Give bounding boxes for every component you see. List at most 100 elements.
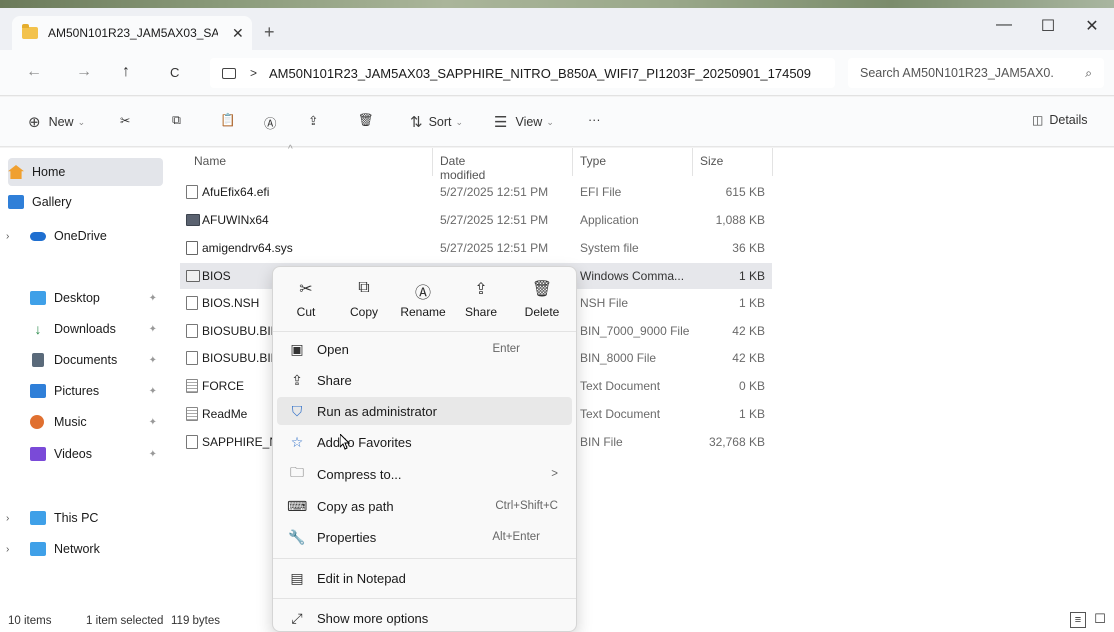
file-name: AfuEfix64.efi xyxy=(202,185,270,199)
file-size: 32,768 KB xyxy=(708,435,765,449)
back-button[interactable]: ← xyxy=(26,63,42,81)
menu-item-shortcut: Ctrl+Shift+C xyxy=(495,500,558,512)
menu-item-properties[interactable]: 🔧 Properties Alt+Enter xyxy=(277,523,572,551)
file-name: FORCE xyxy=(202,379,244,393)
file-row[interactable]: AFUWINx64 5/27/2025 12:51 PM Application… xyxy=(180,207,772,233)
expand-chevron-icon[interactable]: › xyxy=(6,231,9,242)
share-icon: ⇪ xyxy=(291,371,303,388)
pin-icon: ✦ xyxy=(148,354,157,366)
copy-icon: ⧉ xyxy=(358,279,370,296)
cut-label: Cut xyxy=(296,305,316,319)
expand-chevron-icon[interactable]: › xyxy=(6,513,9,524)
delete-icon[interactable]: 🗑 xyxy=(358,113,374,128)
refresh-button[interactable]: C xyxy=(170,65,179,80)
sidebar-item-label: Gallery xyxy=(32,195,72,209)
pin-icon: ✦ xyxy=(148,448,157,460)
sidebar-item-home[interactable]: Home xyxy=(8,158,163,186)
column-header-type[interactable]: Type xyxy=(580,154,606,168)
forward-button[interactable]: → xyxy=(76,63,92,81)
menu-item-label: Share xyxy=(317,372,352,388)
share-icon[interactable]: ⇪ xyxy=(308,113,318,128)
text-file-icon xyxy=(186,407,198,421)
up-button[interactable]: ↑ xyxy=(122,63,130,81)
sidebar-item-onedrive[interactable]: › OneDrive xyxy=(6,222,163,250)
breadcrumb-path[interactable]: AM50N101R23_JAM5AX03_SAPPHIRE_NITRO_B850… xyxy=(269,66,811,81)
details-pane-icon: ◫ xyxy=(1032,113,1044,127)
sidebar-item-network[interactable]: › Network xyxy=(6,535,163,563)
column-divider[interactable] xyxy=(772,148,773,176)
view-button[interactable]: ☰ View ⌄ xyxy=(494,113,554,131)
minimize-button[interactable]: — xyxy=(984,16,1024,34)
batch-file-icon xyxy=(186,270,200,282)
column-header-size[interactable]: Size xyxy=(700,154,723,168)
sidebar-item-label: Videos xyxy=(54,447,92,461)
context-copy-button[interactable]: ⧉ Copy xyxy=(339,279,389,319)
search-input[interactable]: Search AM50N101R23_JAM5AX0. ⌕ xyxy=(848,58,1104,88)
sort-button[interactable]: ⇅ Sort ⌄ xyxy=(410,113,463,131)
folder-icon xyxy=(22,24,38,39)
videos-icon xyxy=(30,447,46,461)
details-button[interactable]: ◫ Details xyxy=(1032,113,1088,127)
sidebar-item-downloads[interactable]: ↓ Downloads ✦ xyxy=(8,315,163,343)
menu-item-compress-to[interactable]: 🗀 Compress to... > xyxy=(277,460,572,488)
sidebar-item-gallery[interactable]: Gallery xyxy=(8,188,163,216)
context-delete-button[interactable]: 🗑 Delete xyxy=(517,279,567,319)
chevron-down-icon: ⌄ xyxy=(455,116,464,127)
documents-icon xyxy=(32,353,44,367)
tiles-view-icon[interactable]: ☐ xyxy=(1092,612,1108,628)
file-date: 5/27/2025 12:51 PM xyxy=(440,213,549,227)
file-name: AFUWINx64 xyxy=(202,213,269,227)
copy-icon[interactable]: ⧉ xyxy=(172,113,181,128)
file-row[interactable]: AfuEfix64.efi 5/27/2025 12:51 PM EFI Fil… xyxy=(180,179,772,205)
more-options-icon: ⤢ xyxy=(291,609,303,626)
menu-item-run-as-administrator[interactable]: ⛉ Run as administrator xyxy=(277,397,572,425)
desktop-background-strip xyxy=(0,0,1114,8)
paste-icon[interactable]: 📋 xyxy=(220,113,236,128)
system-file-icon xyxy=(186,241,198,255)
sidebar-item-desktop[interactable]: Desktop ✦ xyxy=(8,284,163,312)
file-name: BIOSUBU.BIN xyxy=(202,351,280,365)
sidebar-item-videos[interactable]: Videos ✦ xyxy=(8,440,163,468)
column-header-name[interactable]: Name xyxy=(194,154,226,168)
context-cut-button[interactable]: ✂ Cut xyxy=(281,279,331,319)
menu-item-open[interactable]: ▣ Open Enter xyxy=(277,335,572,363)
menu-item-add-to-favorites[interactable]: ☆ Add to Favorites xyxy=(277,428,572,456)
tab-active[interactable]: AM50N101R23_JAM5AX03_SAI ✕ xyxy=(12,16,252,50)
details-view-icon[interactable]: ≡ xyxy=(1070,612,1086,628)
sidebar-item-label: Documents xyxy=(54,353,118,367)
chevron-down-icon: ⌄ xyxy=(546,116,554,127)
submenu-chevron-icon: > xyxy=(551,468,558,480)
open-icon: ▣ xyxy=(290,340,304,357)
rename-icon[interactable]: Ⓐ xyxy=(264,113,277,132)
view-label: View xyxy=(515,115,543,129)
pin-icon: ✦ xyxy=(148,416,157,428)
column-divider[interactable] xyxy=(692,148,693,176)
file-row[interactable]: amigendrv64.sys 5/27/2025 12:51 PM Syste… xyxy=(180,235,772,261)
menu-item-edit-in-notepad[interactable]: ▤ Edit in Notepad xyxy=(277,564,572,592)
column-divider[interactable] xyxy=(432,148,433,176)
menu-item-copy-as-path[interactable]: ⌨ Copy as path Ctrl+Shift+C xyxy=(277,492,572,520)
more-options-button[interactable]: ··· xyxy=(588,113,601,127)
context-share-button[interactable]: ⇪ Share xyxy=(456,279,506,319)
menu-item-show-more-options[interactable]: ⤢ Show more options xyxy=(277,604,572,632)
sidebar-item-documents[interactable]: Documents ✦ xyxy=(8,346,163,374)
home-icon xyxy=(8,165,24,179)
new-button[interactable]: ⊕ New ⌄ xyxy=(28,113,85,131)
file-size: 615 KB xyxy=(725,185,765,199)
file-type: BIN_8000 File xyxy=(580,351,657,365)
close-tab-icon[interactable]: ✕ xyxy=(232,25,244,42)
context-rename-button[interactable]: Ⓐ Rename xyxy=(398,279,448,319)
close-window-button[interactable]: ✕ xyxy=(1072,16,1112,36)
column-divider[interactable] xyxy=(572,148,573,176)
new-tab-button[interactable]: + xyxy=(264,22,275,43)
column-header-date[interactable]: Date modified xyxy=(440,154,485,182)
expand-chevron-icon[interactable]: › xyxy=(6,544,9,555)
sidebar-item-label: Pictures xyxy=(54,384,100,398)
address-bar[interactable]: > AM50N101R23_JAM5AX03_SAPPHIRE_NITRO_B8… xyxy=(210,58,835,88)
cut-icon[interactable]: ✂ xyxy=(120,113,130,128)
sidebar-item-pictures[interactable]: Pictures ✦ xyxy=(8,377,163,405)
menu-item-share[interactable]: ⇪ Share xyxy=(277,366,572,394)
sidebar-item-this-pc[interactable]: › This PC xyxy=(6,504,163,532)
sidebar-item-music[interactable]: Music ✦ xyxy=(8,408,163,436)
maximize-button[interactable]: ☐ xyxy=(1028,16,1068,36)
